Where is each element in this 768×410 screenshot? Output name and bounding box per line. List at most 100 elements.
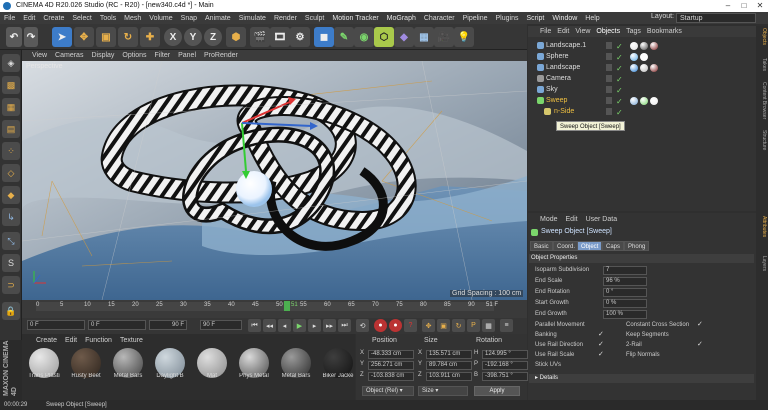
viewport-menu-display[interactable]: Display (91, 52, 114, 59)
render-settings-icon[interactable]: ⚙ (290, 27, 310, 47)
menu-snap[interactable]: Snap (181, 15, 197, 22)
close-button[interactable]: ✕ (752, 0, 768, 12)
object-row[interactable]: Sweep ✓ (530, 95, 754, 106)
menu-character[interactable]: Character (424, 15, 455, 22)
menu-render[interactable]: Render (274, 15, 297, 22)
attribute-checkbox[interactable]: ✓ (697, 320, 703, 328)
magnet-icon[interactable]: ⊃ (2, 276, 20, 294)
material-tag-icon[interactable] (640, 42, 648, 50)
scale-key-icon[interactable]: ▣ (437, 319, 450, 332)
tab-content-browser[interactable]: Content Browser (757, 82, 767, 119)
menu-edit[interactable]: Edit (23, 15, 35, 22)
objmenu-view[interactable]: View (575, 28, 590, 35)
next-key-icon[interactable]: ▸▸ (323, 319, 336, 332)
rotation-field[interactable]: -192.168 ° (482, 361, 528, 370)
viewport-menu-view[interactable]: View (32, 52, 47, 59)
cube-icon[interactable]: ◼ (314, 27, 334, 47)
attribute-field[interactable]: 0 ° (603, 288, 647, 297)
visibility-flag-icon[interactable] (606, 75, 612, 82)
render-picture-viewer-icon[interactable]: 🎞 (270, 27, 290, 47)
attribute-field[interactable]: 0 % (603, 299, 647, 308)
menu-mograph[interactable]: MoGraph (387, 15, 416, 22)
material-tag-icon[interactable] (650, 42, 658, 50)
material-tag-icon[interactable] (630, 53, 638, 61)
size-field[interactable]: 135.571 cm (426, 350, 472, 359)
rotate-tool-icon[interactable]: ↻ (118, 27, 138, 47)
coordinate-mode-dropdown[interactable]: Object (Rel) ▾ (362, 386, 414, 396)
menu-mesh[interactable]: Mesh (124, 15, 141, 22)
tab-caps[interactable]: Caps (602, 241, 625, 251)
polygons-mode-icon[interactable]: ◆ (2, 186, 20, 204)
visibility-flag-icon[interactable] (606, 97, 612, 104)
cloner-icon[interactable]: ⬡ (374, 27, 394, 47)
menu-motion-tracker[interactable]: Motion Tracker (332, 15, 378, 22)
pla-key-icon[interactable]: ▦ (482, 319, 495, 332)
material-menu-texture[interactable]: Texture (120, 337, 143, 344)
objmenu-edit[interactable]: Edit (557, 28, 569, 35)
attribute-field[interactable]: 7 (603, 266, 647, 275)
objmenu-file[interactable]: File (540, 28, 551, 35)
visibility-flag-icon[interactable] (606, 108, 612, 115)
model-mode-icon[interactable]: ▩ (2, 76, 20, 94)
autokey-icon[interactable]: ● (389, 319, 402, 332)
menu-animate[interactable]: Animate (205, 15, 231, 22)
menu-help[interactable]: Help (585, 15, 599, 22)
position-key-icon[interactable]: ✥ (422, 319, 435, 332)
viewport-menu-options[interactable]: Options (122, 52, 146, 59)
attr-menu-edit[interactable]: Edit (566, 216, 578, 223)
object-row[interactable]: Camera ✓ (530, 73, 754, 84)
tab-structure[interactable]: Structure (757, 130, 767, 150)
object-row[interactable]: n-Side ✓ (530, 106, 754, 117)
go-to-start-icon[interactable]: ⏮ (248, 319, 261, 332)
attr-menu-mode[interactable]: Mode (540, 216, 558, 223)
object-row[interactable]: Sky ✓ (530, 84, 754, 95)
pen-icon[interactable]: ✎ (334, 27, 354, 47)
next-frame-icon[interactable]: ▸ (308, 319, 321, 332)
tab-object[interactable]: Object (577, 241, 603, 251)
objmenu-bookmarks[interactable]: Bookmarks (647, 28, 682, 35)
material-tag-icon[interactable] (640, 64, 648, 72)
minimize-button[interactable]: – (720, 0, 736, 12)
timeline-playhead[interactable] (284, 301, 290, 311)
render-view-icon[interactable]: 🎬 (250, 27, 270, 47)
menu-plugins[interactable]: Plugins (496, 15, 519, 22)
position-field[interactable]: -48.333 cm (368, 350, 414, 359)
position-field[interactable]: -103.838 cm (368, 372, 414, 381)
timeline-menu-icon[interactable]: ≡ (500, 319, 513, 332)
attribute-checkbox[interactable]: ✓ (598, 340, 604, 348)
material-tag-icon[interactable] (630, 64, 638, 72)
tweak-mode-icon[interactable]: ⤡ (2, 232, 20, 250)
tab-phong[interactable]: Phong (624, 241, 650, 251)
recent-tool-icon[interactable]: ✚ (140, 27, 160, 47)
redo-icon[interactable]: ↷ (24, 27, 38, 47)
loop-icon[interactable]: ⟲ (356, 319, 369, 332)
material-tag-icon[interactable] (630, 42, 638, 50)
material-menu-edit[interactable]: Edit (65, 337, 77, 344)
previous-frame-icon[interactable]: ◂ (278, 319, 291, 332)
rotation-field[interactable]: 124.995 ° (482, 350, 528, 359)
menu-window[interactable]: Window (552, 15, 577, 22)
material-tag-icon[interactable] (650, 64, 658, 72)
camera-icon[interactable]: 🎥 (434, 27, 454, 47)
material-menu-function[interactable]: Function (85, 337, 112, 344)
material-menu-create[interactable]: Create (36, 337, 57, 344)
keyframe-selection-icon[interactable]: ? (404, 319, 417, 332)
visibility-flag-icon[interactable] (606, 42, 612, 49)
material-tag-icon[interactable] (650, 97, 658, 105)
x-axis-button[interactable]: X (164, 28, 182, 46)
rotation-key-icon[interactable]: ↻ (452, 319, 465, 332)
attribute-checkbox[interactable]: ✓ (598, 330, 604, 338)
undo-icon[interactable]: ↶ (6, 27, 22, 47)
viewport-menu-prorender[interactable]: ProRender (204, 52, 238, 59)
go-to-end-icon[interactable]: ⏭ (338, 319, 351, 332)
objmenu-tags[interactable]: Tags (626, 28, 641, 35)
menu-tools[interactable]: Tools (100, 15, 116, 22)
viewport-menu-panel[interactable]: Panel (178, 52, 196, 59)
object-row[interactable]: Sphere ✓ (530, 51, 754, 62)
y-axis-button[interactable]: Y (184, 28, 202, 46)
object-row[interactable]: Landscape.1 ✓ (530, 40, 754, 51)
points-mode-icon[interactable]: ⁘ (2, 142, 20, 160)
enable-check-icon[interactable]: ✓ (616, 107, 623, 118)
workplane-icon[interactable]: ▤ (2, 120, 20, 138)
previous-key-icon[interactable]: ◂◂ (263, 319, 276, 332)
